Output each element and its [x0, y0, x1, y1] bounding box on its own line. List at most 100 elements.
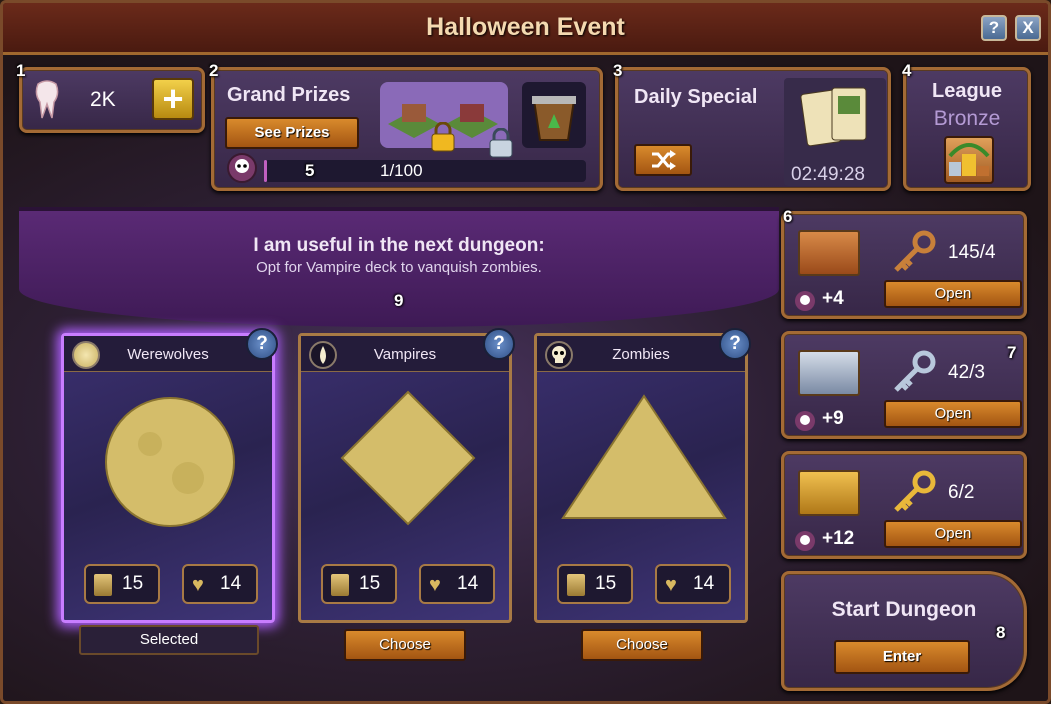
- skull-badge-icon: [227, 153, 257, 183]
- callout-3: 3: [613, 61, 623, 80]
- card-icon: [331, 574, 349, 596]
- callout-1: 1: [16, 61, 26, 80]
- daily-special-panel: Daily Special 02:49:28: [615, 67, 891, 191]
- fang-icon: [309, 341, 337, 369]
- grand-prizes-panel: Grand Prizes See Prizes 1/100: [211, 67, 603, 191]
- close-button[interactable]: X: [1015, 15, 1041, 41]
- card-pair-icon: [800, 87, 867, 147]
- open-bronze-chest-button[interactable]: Open: [884, 280, 1022, 308]
- choose-vampires-button[interactable]: Choose: [344, 629, 466, 661]
- podium-icon: [948, 143, 990, 176]
- dungeon-title: Start Dungeon: [831, 598, 977, 621]
- triangle-symbol-icon: [561, 394, 727, 519]
- league-panel: League Bronze: [903, 67, 1031, 191]
- skull-icon: [545, 341, 573, 369]
- chest-panel-bronze: +4 145/4 Open: [781, 211, 1027, 319]
- heart-icon: ♥: [192, 574, 204, 596]
- chest-panel-silver: +9 42/3 Open: [781, 331, 1027, 439]
- deck-card-werewolves[interactable]: Werewolves ? 15 ♥ 14: [61, 328, 278, 623]
- league-title: League: [931, 80, 1003, 102]
- deck-card-count: 15: [557, 564, 633, 604]
- shuffle-icon: [652, 150, 676, 170]
- gold-key-icon: [894, 470, 936, 512]
- callout-2: 2: [209, 61, 219, 80]
- callout-9: 9: [394, 291, 404, 310]
- open-silver-chest-button[interactable]: Open: [884, 400, 1022, 428]
- deck-card-zombies[interactable]: Zombies ? 15 ♥ 14: [534, 328, 751, 623]
- callout-8: 8: [996, 623, 1006, 642]
- deck-card-count: 15: [84, 564, 160, 604]
- heart-icon: ♥: [665, 574, 677, 596]
- diamond-symbol-icon: [340, 390, 476, 526]
- currency-panel: 2K +: [19, 67, 205, 133]
- silver-chest-icon: [798, 350, 860, 396]
- callout-4: 4: [902, 61, 912, 80]
- prize-progress-text: 1/100: [380, 161, 423, 180]
- gold-lock-icon: [431, 122, 455, 152]
- enter-dungeon-button[interactable]: Enter: [834, 640, 970, 674]
- deck-card-vampires[interactable]: Vampires ? 15 ♥ 14: [298, 328, 515, 623]
- league-badge[interactable]: [944, 136, 994, 184]
- prize-buildings[interactable]: [380, 82, 513, 158]
- card-icon: [94, 574, 112, 596]
- prize-progress-fill: [264, 160, 267, 182]
- event-content: 2K + Grand Prizes See Prizes 1/100 Daily…: [3, 55, 1048, 701]
- chest-bonus: +9: [822, 408, 844, 429]
- title-bar: Halloween Event ? X: [3, 3, 1048, 55]
- chest-bronze[interactable]: [790, 220, 866, 290]
- currency-amount: 2K: [90, 88, 116, 111]
- deck-info-button[interactable]: ?: [246, 328, 278, 360]
- prize-bucket[interactable]: [522, 82, 586, 148]
- card-icon: [567, 574, 585, 596]
- deck-selected-label: Selected: [79, 625, 259, 655]
- chest-silver[interactable]: [790, 340, 866, 410]
- open-gold-chest-button[interactable]: Open: [884, 520, 1022, 548]
- event-window: Halloween Event ? X 2K + Grand Prizes Se…: [0, 0, 1051, 704]
- deck-heart-count: ♥ 14: [419, 564, 495, 604]
- deck-header: Werewolves: [64, 336, 272, 372]
- deck-header: Vampires: [301, 336, 509, 372]
- tooth-icon: [35, 80, 59, 119]
- silver-key-icon: [894, 350, 936, 392]
- callout-5: 5: [305, 161, 315, 180]
- heart-icon: ♥: [429, 574, 441, 596]
- league-rank: Bronze: [933, 107, 1001, 130]
- skull-badge-icon: [795, 531, 815, 551]
- chest-bonus: +4: [822, 288, 844, 309]
- see-prizes-button[interactable]: See Prizes: [225, 117, 359, 149]
- moon-symbol-icon: [105, 397, 235, 527]
- chest-key-count: 42/3: [948, 362, 985, 383]
- deck-info-button[interactable]: ?: [483, 328, 515, 360]
- chest-key-count: 145/4: [948, 242, 996, 263]
- daily-special-timer: 02:49:28: [791, 164, 865, 185]
- add-currency-button[interactable]: +: [152, 78, 194, 120]
- callout-7: 7: [1007, 343, 1017, 362]
- daily-special-title: Daily Special: [634, 86, 758, 108]
- window-title: Halloween Event: [426, 13, 625, 41]
- bronze-key-icon: [894, 230, 936, 272]
- bronze-chest-icon: [798, 230, 860, 276]
- moon-icon: [72, 341, 100, 369]
- deck-heart-count: ♥ 14: [182, 564, 258, 604]
- hint-subline: Opt for Vampire deck to vanquish zombies…: [256, 259, 542, 276]
- chest-bonus: +12: [822, 528, 855, 549]
- help-button[interactable]: ?: [981, 15, 1007, 41]
- dungeon-panel: Start Dungeon Enter: [781, 571, 1027, 691]
- callout-6: 6: [783, 207, 793, 226]
- chest-panel-gold: +12 6/2 Open: [781, 451, 1027, 559]
- daily-special-card[interactable]: 02:49:28: [784, 78, 886, 186]
- hint-headline: I am useful in the next dungeon:: [253, 235, 545, 256]
- deck-card-count: 15: [321, 564, 397, 604]
- deck-header: Zombies: [537, 336, 745, 372]
- skull-badge-icon: [795, 411, 815, 431]
- chest-key-count: 6/2: [948, 482, 975, 503]
- silver-lock-icon: [489, 128, 513, 158]
- chest-gold[interactable]: [790, 460, 866, 530]
- skull-badge-icon: [795, 291, 815, 311]
- deck-heart-count: ♥ 14: [655, 564, 731, 604]
- gold-chest-icon: [798, 470, 860, 516]
- shuffle-button[interactable]: [634, 144, 692, 176]
- bucket-icon: [532, 96, 576, 141]
- choose-zombies-button[interactable]: Choose: [581, 629, 703, 661]
- deck-info-button[interactable]: ?: [719, 328, 751, 360]
